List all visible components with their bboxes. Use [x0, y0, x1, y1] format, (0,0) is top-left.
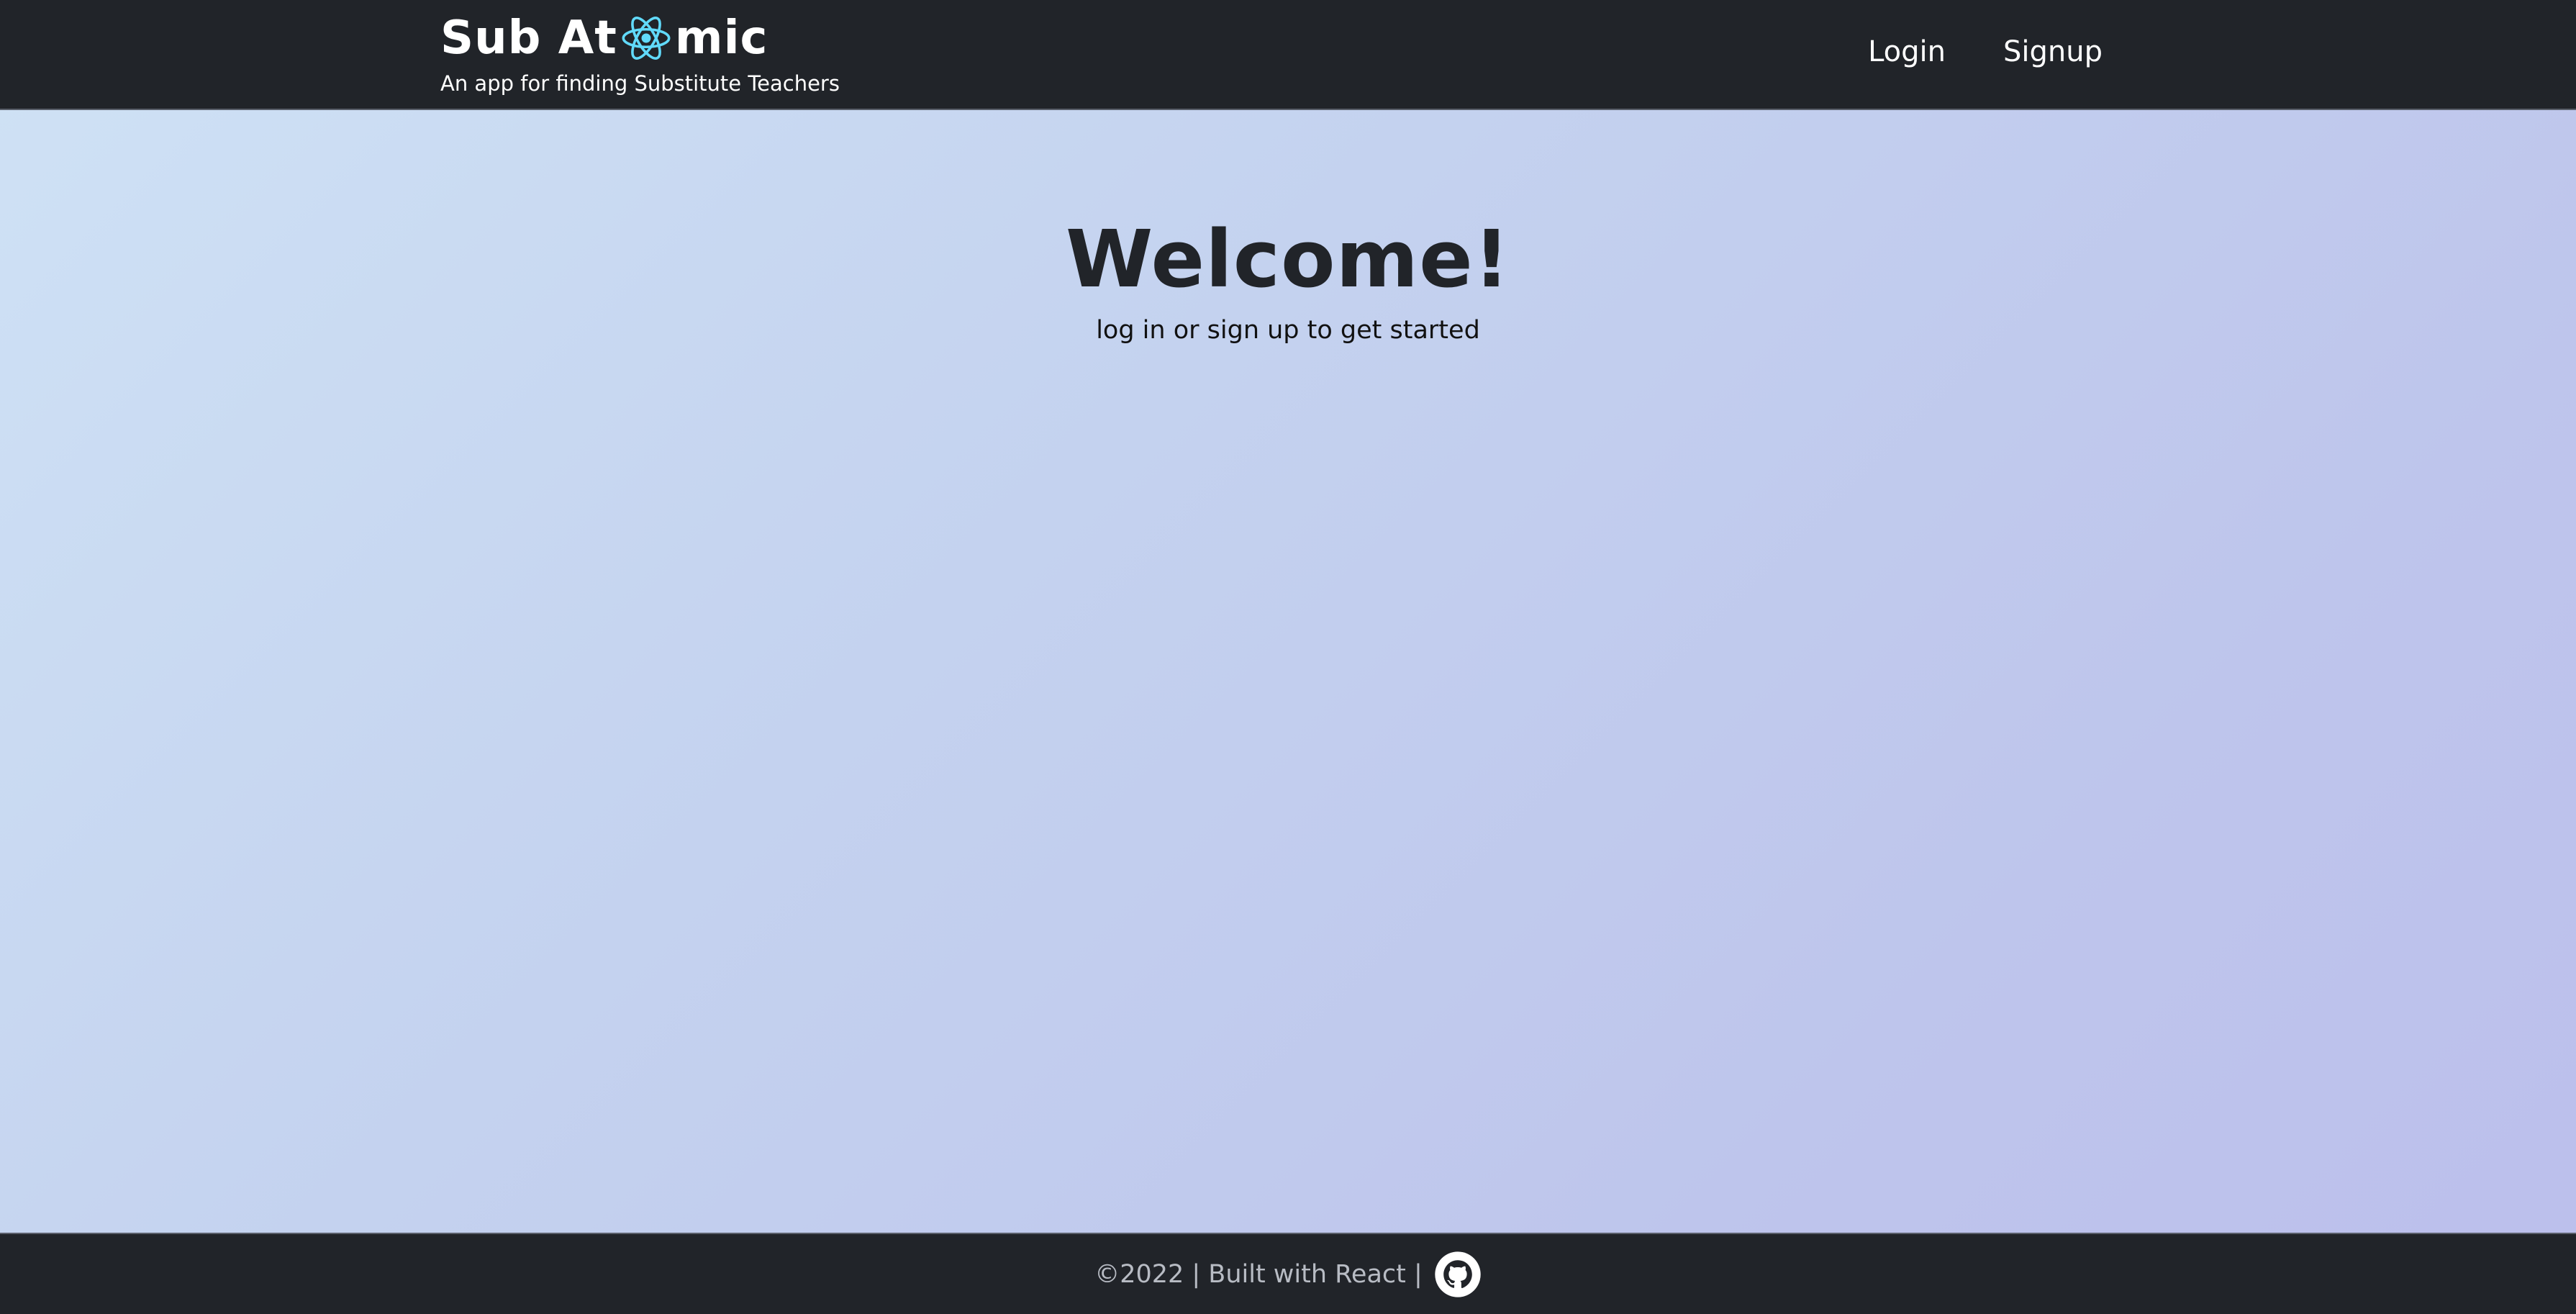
brand-tagline: An app for finding Substitute Teachers: [440, 71, 840, 96]
brand[interactable]: Sub At mic An app for finding Substitute…: [440, 6, 840, 98]
footer: ©2022 | Built with React |: [0, 1233, 2576, 1314]
brand-title-prefix: Sub At: [440, 12, 617, 65]
github-icon[interactable]: [1434, 1251, 1482, 1298]
footer-text: ©2022 | Built with React |: [1094, 1259, 1423, 1289]
welcome-section: Welcome! log in or sign up to get starte…: [0, 209, 2576, 348]
main-nav: Login Signup: [1868, 30, 2103, 73]
signup-link[interactable]: Signup: [2003, 30, 2103, 73]
brand-title-suffix: mic: [674, 12, 768, 65]
welcome-heading: Welcome!: [1066, 213, 1510, 305]
brand-title: Sub At mic: [440, 6, 840, 71]
login-link[interactable]: Login: [1868, 30, 1946, 73]
top-navbar: Sub At mic An app for finding Substitute…: [0, 0, 2576, 110]
atom-icon: [620, 12, 672, 64]
welcome-subheading: log in or sign up to get started: [1096, 316, 1480, 345]
